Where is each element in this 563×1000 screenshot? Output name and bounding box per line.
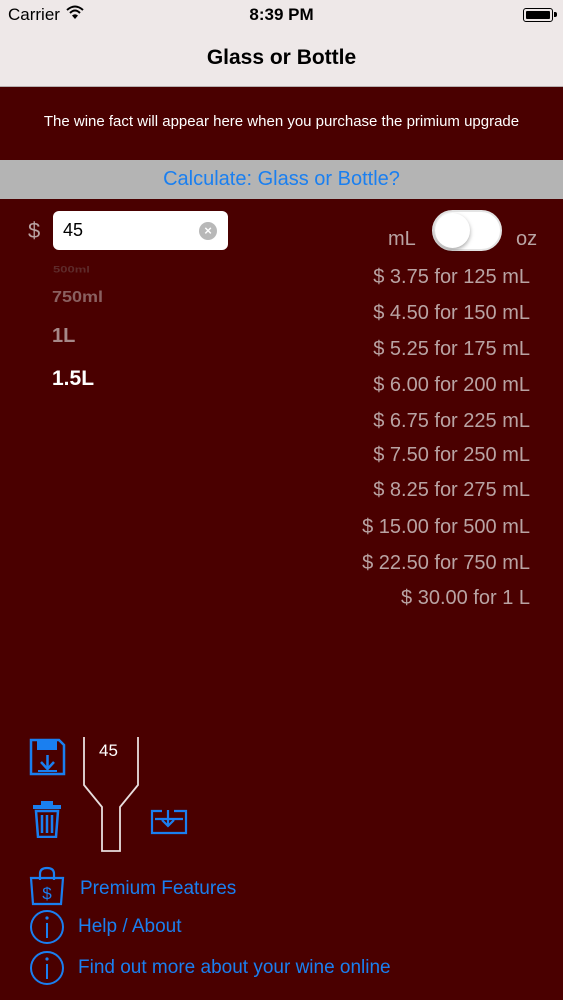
unit-oz-label: oz [516, 228, 538, 250]
info-icon[interactable] [29, 950, 65, 986]
battery-icon [523, 8, 557, 22]
result-row: $ 8.25 for 275 mL [373, 479, 530, 501]
unit-ml-label: mL [388, 228, 416, 250]
page-title: Glass or Bottle [206, 46, 357, 69]
status-bar: Carrier 8:39 PM [0, 0, 563, 30]
unit-toggle[interactable] [432, 210, 502, 251]
result-row: $ 4.50 for 150 mL [373, 302, 530, 324]
help-about-link[interactable]: Help / About [78, 916, 182, 938]
result-row: $ 6.75 for 225 mL [373, 410, 530, 432]
result-row: $ 30.00 for 1 L [401, 587, 530, 609]
picker-option-750ml[interactable]: 750ml [52, 288, 103, 306]
clear-icon[interactable]: × [199, 222, 217, 240]
result-row: $ 5.25 for 175 mL [373, 338, 530, 360]
price-input[interactable]: 45 × [53, 211, 228, 250]
result-row: $ 22.50 for 750 mL [362, 552, 530, 574]
navigation-bar: Glass or Bottle [0, 30, 563, 87]
toggle-knob [435, 213, 470, 248]
picker-option-500ml[interactable]: 500ml [53, 264, 90, 275]
clock: 8:39 PM [249, 5, 314, 24]
premium-features-link[interactable]: Premium Features [80, 878, 236, 900]
wine-online-link[interactable]: Find out more about your wine online [78, 957, 391, 979]
shopping-bag-dollar-icon[interactable]: $ [28, 866, 66, 906]
info-icon[interactable] [29, 909, 65, 945]
price-value: 45 [63, 220, 84, 240]
trash-icon[interactable] [32, 800, 62, 838]
wine-fact-text: The wine fact will appear here when you … [43, 113, 520, 130]
svg-text:$: $ [42, 884, 52, 903]
result-row: $ 15.00 for 500 mL [362, 516, 530, 538]
save-icon[interactable] [29, 738, 66, 776]
result-row: $ 7.50 for 250 mL [373, 444, 530, 466]
picker-option-1l[interactable]: 1L [52, 325, 75, 348]
calculate-button[interactable]: Calculate: Glass or Bottle? [0, 160, 563, 199]
saved-bottle-value: 45 [99, 741, 118, 760]
result-row: $ 6.00 for 200 mL [373, 374, 530, 396]
picker-option-1-5l-selected[interactable]: 1.5L [52, 367, 94, 391]
load-icon[interactable] [150, 807, 188, 835]
currency-symbol: $ [28, 218, 41, 243]
result-row: $ 3.75 for 125 mL [373, 266, 530, 288]
